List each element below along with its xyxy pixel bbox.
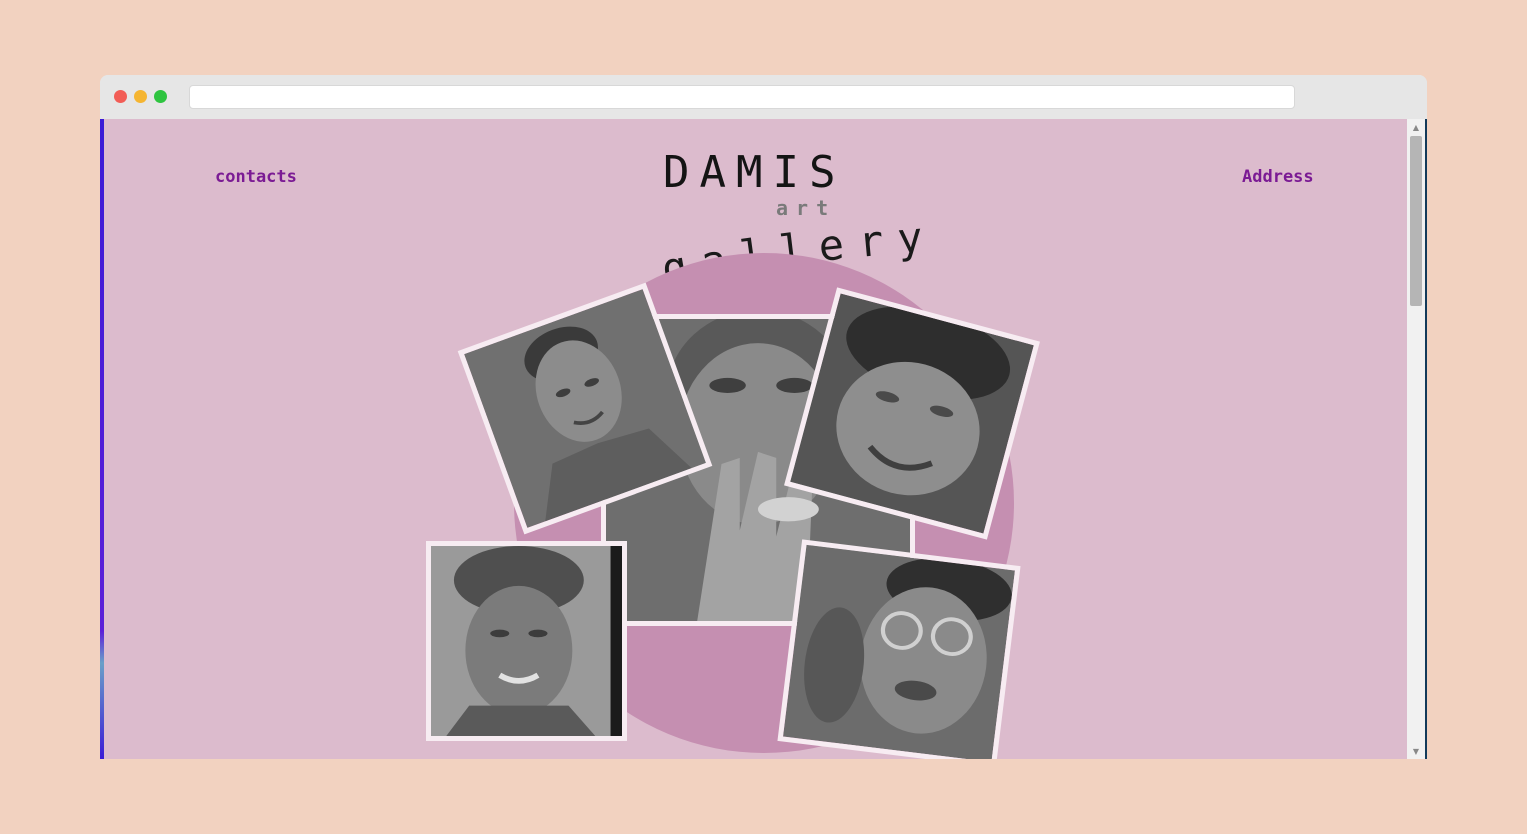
scrollbar-thumb[interactable]: [1410, 136, 1422, 306]
scroll-up-arrow-icon[interactable]: ▲: [1407, 121, 1425, 135]
title-bar: [100, 75, 1427, 119]
address-bar[interactable]: [189, 85, 1295, 109]
minimize-window-button[interactable]: [134, 90, 147, 103]
site-title: DAMIS: [663, 147, 846, 198]
contacts-link[interactable]: contacts: [215, 167, 297, 187]
maximize-window-button[interactable]: [154, 90, 167, 103]
address-link[interactable]: Address: [1242, 167, 1314, 187]
close-window-button[interactable]: [114, 90, 127, 103]
page-viewport: contacts Address DAMIS art gallery: [100, 119, 1427, 759]
scroll-down-arrow-icon[interactable]: ▼: [1407, 745, 1425, 759]
portrait-image: [783, 544, 1015, 759]
browser-window: contacts Address DAMIS art gallery: [100, 75, 1427, 759]
right-border: [1425, 119, 1427, 759]
artwork-woman-with-glasses[interactable]: [777, 539, 1021, 759]
vertical-scrollbar[interactable]: ▲ ▼: [1407, 119, 1425, 759]
artwork-elderly-woman[interactable]: [426, 541, 627, 741]
left-border: [100, 119, 104, 759]
portrait-image: [431, 546, 622, 736]
